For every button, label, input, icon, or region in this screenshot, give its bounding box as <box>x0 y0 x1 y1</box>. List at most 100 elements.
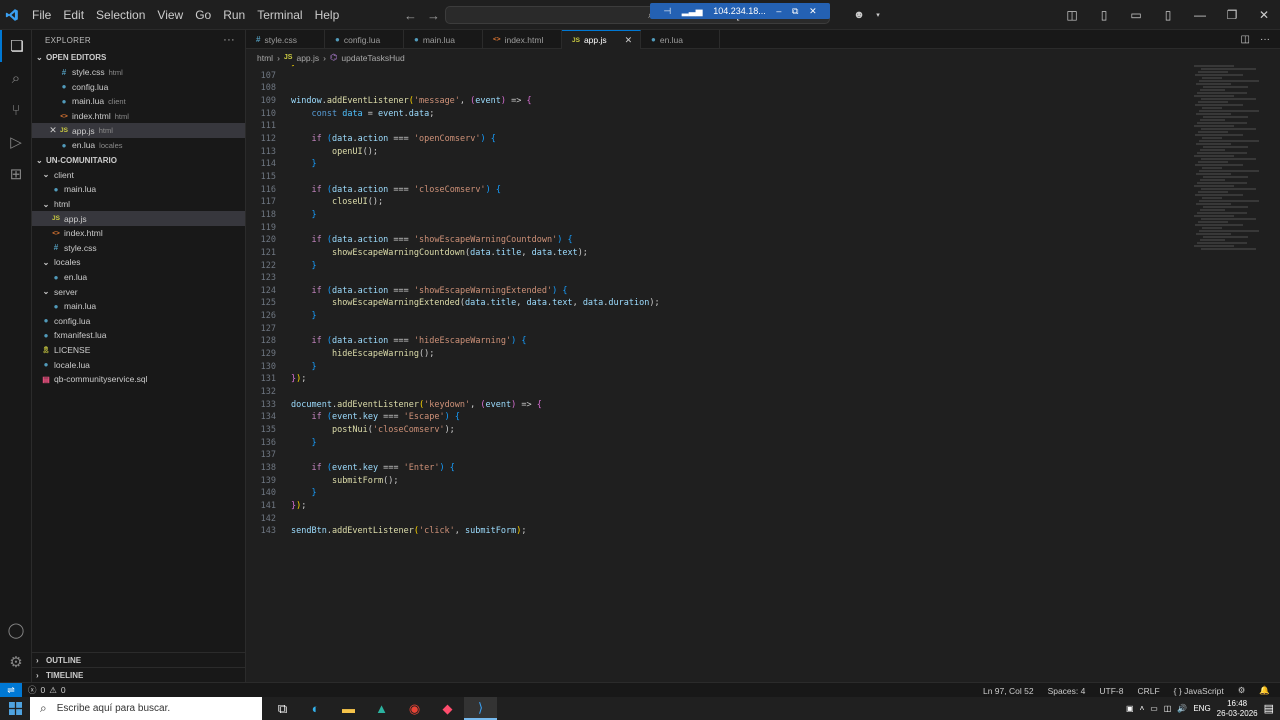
open-editor-item[interactable]: ✕ JS app.js html <box>32 123 245 138</box>
copilot-icon[interactable]: ☻ <box>850 9 868 21</box>
file-explorer-icon[interactable]: ▬ <box>332 697 365 720</box>
file-item[interactable]: # style.css <box>32 241 245 256</box>
menu-item-terminal[interactable]: Terminal <box>251 0 308 30</box>
source-control-icon[interactable]: ⑂ <box>0 94 32 126</box>
minimap[interactable] <box>1194 65 1259 265</box>
file-item[interactable]: <> index.html <box>32 226 245 241</box>
code-line: 117 closeUI(); <box>246 196 1280 209</box>
menu-item-help[interactable]: Help <box>309 0 346 30</box>
settings-gear-icon[interactable]: ⚙ <box>0 646 32 678</box>
file-item[interactable]: ● config.lua <box>32 314 245 329</box>
open-editor-item[interactable]: ● main.lua client <box>32 94 245 109</box>
file-item[interactable]: ▤ qb-communityservice.sql <box>32 372 245 387</box>
problems-indicator[interactable]: ⓧ 0 ⚠ 0 <box>28 684 66 696</box>
menu-item-selection[interactable]: Selection <box>90 0 151 30</box>
minimize-icon[interactable]: — <box>1184 0 1216 30</box>
explorer-icon[interactable]: ❏ <box>0 30 32 62</box>
toggle-sidebar-icon[interactable]: ▯ <box>1088 0 1120 30</box>
breadcrumb-symbol[interactable]: updateTasksHud <box>341 53 404 63</box>
code-editor[interactable]: 106}107108109window.addEventListener('me… <box>246 65 1280 682</box>
project-section[interactable]: ⌄ UN-COMUNITARIO <box>32 153 245 168</box>
file-item[interactable]: 🎗 LICENSE <box>32 343 245 358</box>
menu-item-file[interactable]: File <box>26 0 57 30</box>
chevron-up-icon[interactable]: ˄ <box>1140 704 1145 713</box>
restore-remote-icon[interactable]: ⧉ <box>792 6 798 17</box>
back-arrow-icon[interactable]: ← <box>404 8 417 23</box>
notification-center-icon[interactable]: ▤ <box>1264 702 1274 715</box>
file-item[interactable]: ● main.lua <box>32 182 245 197</box>
close-icon[interactable]: ✕ <box>1248 0 1280 30</box>
encoding[interactable]: UTF-8 <box>1099 686 1123 696</box>
menu-item-edit[interactable]: Edit <box>57 0 90 30</box>
open-editor-item[interactable]: <> index.html html <box>32 109 245 124</box>
volume-icon[interactable]: 🔊 <box>1177 704 1187 713</box>
chrome-icon[interactable]: ◉ <box>398 697 431 720</box>
task-view-icon[interactable]: ⧉ <box>266 697 299 720</box>
minimize-remote-icon[interactable]: – <box>776 6 781 16</box>
taskbar-search[interactable]: ⌕ Escribe aquí para buscar. <box>30 697 262 720</box>
menu-item-view[interactable]: View <box>151 0 189 30</box>
breadcrumb-file[interactable]: app.js <box>296 53 319 63</box>
tab-en-lua[interactable]: ● en.lua <box>641 30 720 49</box>
maximize-icon[interactable]: ❐ <box>1216 0 1248 30</box>
folder-item[interactable]: ⌄ server <box>32 284 245 299</box>
search-icon[interactable]: ⌕ <box>0 62 32 94</box>
open-editor-item[interactable]: # style.css html <box>32 65 245 80</box>
file-item[interactable]: ● locale.lua <box>32 357 245 372</box>
toggle-secondary-sidebar-icon[interactable]: ▯ <box>1152 0 1184 30</box>
clock[interactable]: 16:48 26-03-2026 <box>1217 699 1258 719</box>
layout-customize-icon[interactable]: ◫ <box>1056 0 1088 30</box>
network-icon[interactable]: ◫ <box>1164 704 1172 713</box>
forward-arrow-icon[interactable]: → <box>427 8 440 23</box>
file-item[interactable]: ● en.lua <box>32 270 245 285</box>
notifications-icon[interactable]: 🔔 <box>1259 685 1270 696</box>
toggle-panel-icon[interactable]: ▭ <box>1120 0 1152 30</box>
tab-style-css[interactable]: # style.css <box>246 30 325 49</box>
chevron-down-icon[interactable]: ▾ <box>869 11 887 19</box>
tab-config-lua[interactable]: ● config.lua <box>325 30 404 49</box>
outline-section[interactable]: › OUTLINE <box>32 652 246 667</box>
app-launcher-icon[interactable]: ◆ <box>431 697 464 720</box>
close-icon[interactable]: ✕ <box>48 125 58 136</box>
tab-app-js[interactable]: JS app.js ✕ <box>562 30 641 49</box>
account-icon[interactable]: ◯ <box>0 614 32 646</box>
open-editor-item[interactable]: ● config.lua <box>32 80 245 95</box>
menu-item-go[interactable]: Go <box>189 0 217 30</box>
split-editor-icon[interactable]: ◫ <box>1241 34 1250 45</box>
more-actions-icon[interactable]: ··· <box>223 34 235 46</box>
close-remote-icon[interactable]: ✕ <box>809 6 817 17</box>
line-ending[interactable]: CRLF <box>1137 686 1159 696</box>
edge-icon[interactable]: ◐ <box>299 697 332 720</box>
feedback-icon[interactable]: ⚙ <box>1238 685 1246 696</box>
folder-item[interactable]: ⌄ locales <box>32 255 245 270</box>
open-editor-item[interactable]: ● en.lua locales <box>32 138 245 153</box>
folder-item[interactable]: ⌄ client <box>32 168 245 183</box>
breadcrumb-folder[interactable]: html <box>257 53 273 63</box>
timeline-section[interactable]: › TIMELINE <box>32 667 246 682</box>
folder-item[interactable]: ⌄ html <box>32 197 245 212</box>
tab-main-lua[interactable]: ● main.lua <box>404 30 483 49</box>
language-indicator[interactable]: ENG <box>1193 704 1210 713</box>
file-item[interactable]: ● fxmanifest.lua <box>32 328 245 343</box>
extensions-icon[interactable]: ⊞ <box>0 158 32 190</box>
tab-index-html[interactable]: <> index.html <box>483 30 562 49</box>
language-mode[interactable]: { } JavaScript <box>1174 686 1224 696</box>
remote-indicator-icon[interactable]: ⇌ <box>0 682 22 698</box>
file-item[interactable]: ● main.lua <box>32 299 245 314</box>
app-icon[interactable]: ▲ <box>365 697 398 720</box>
more-actions-icon[interactable]: ··· <box>1260 34 1270 45</box>
cursor-position[interactable]: Ln 97, Col 52 <box>983 686 1034 696</box>
run-debug-icon[interactable]: ▷ <box>0 126 32 158</box>
tray-app-icon[interactable]: ▣ <box>1126 704 1134 713</box>
open-editors-section[interactable]: ⌄ OPEN EDITORS <box>32 50 245 65</box>
battery-icon[interactable]: ▭ <box>1150 704 1158 713</box>
close-icon[interactable]: ✕ <box>625 35 633 46</box>
pin-icon[interactable]: ⊣ <box>663 6 671 17</box>
file-item[interactable]: JS app.js <box>32 211 245 226</box>
menu-item-run[interactable]: Run <box>217 0 251 30</box>
vscode-taskbar-icon[interactable]: ⟩ <box>464 697 497 720</box>
indentation[interactable]: Spaces: 4 <box>1048 686 1086 696</box>
windows-start-icon[interactable] <box>0 697 30 720</box>
remote-desktop-bar[interactable]: ⊣ ▂▃▅ 104.234.18... – ⧉ ✕ <box>650 3 830 19</box>
vertical-scrollbar[interactable] <box>1270 65 1280 682</box>
